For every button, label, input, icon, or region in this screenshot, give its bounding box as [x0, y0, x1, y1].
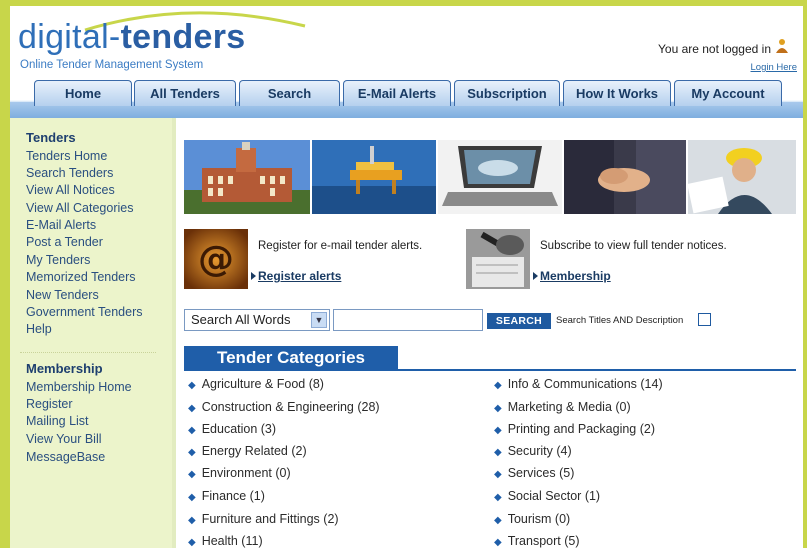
membership-link[interactable]: Membership — [540, 269, 611, 283]
bullet-icon: ◆ — [188, 403, 196, 414]
dropdown-chevron-icon[interactable]: ▼ — [311, 312, 327, 328]
sidebar-separator — [172, 118, 176, 548]
bullet-icon: ◆ — [494, 469, 502, 480]
bullet-icon: ◆ — [188, 447, 196, 458]
category-item[interactable]: ◆ Printing and Packaging (2) — [494, 422, 655, 436]
bullet-icon: ◆ — [494, 492, 502, 503]
sidebar-item-help[interactable]: Help — [26, 322, 52, 337]
sidebar-item-membership-home[interactable]: Membership Home — [26, 380, 132, 395]
sidebar-item-memorized-tenders[interactable]: Memorized Tenders — [26, 270, 136, 285]
category-item[interactable]: ◆ Info & Communications (14) — [494, 377, 663, 391]
email-at-icon: @ — [184, 229, 248, 289]
banner-photo-handshake — [564, 140, 686, 214]
tab-search[interactable]: Search — [239, 80, 340, 106]
bullet-icon: ◆ — [188, 425, 196, 436]
sidebar-item-tenders-home[interactable]: Tenders Home — [26, 149, 107, 164]
search-mode-select[interactable]: Search All Words ▼ — [184, 309, 330, 331]
sidebar-item-search-tenders[interactable]: Search Tenders — [26, 166, 113, 181]
tab-how-it-works[interactable]: How It Works — [563, 80, 671, 106]
category-item[interactable]: ◆ Finance (1) — [188, 489, 265, 503]
bullet-icon: ◆ — [494, 380, 502, 391]
logo-part1: digital- — [18, 18, 121, 56]
category-item[interactable]: ◆ Energy Related (2) — [188, 444, 307, 458]
sidebar-item-view-all-categories[interactable]: View All Categories — [26, 201, 133, 216]
svg-text:@: @ — [198, 239, 234, 280]
site-logo[interactable]: digital-tenders — [18, 18, 245, 57]
sidebar-item-post-a-tender[interactable]: Post a Tender — [26, 235, 103, 250]
tab-all-tenders[interactable]: All Tenders — [134, 80, 236, 106]
promo-alerts-text: Register for e-mail tender alerts. — [258, 240, 423, 252]
tab-subscription[interactable]: Subscription — [454, 80, 560, 106]
promo-subscribe-text: Subscribe to view full tender notices. — [540, 240, 727, 252]
bullet-icon: ◆ — [188, 492, 196, 503]
bullet-icon: ◆ — [494, 425, 502, 436]
sidebar-item-email-alerts[interactable]: E-Mail Alerts — [26, 218, 96, 233]
sidebar-item-my-tenders[interactable]: My Tenders — [26, 253, 90, 268]
bullet-icon: ◆ — [188, 469, 196, 480]
sidebar-heading-tenders: Tenders — [26, 130, 76, 145]
logo-part2: tenders — [120, 18, 246, 56]
category-item[interactable]: ◆ Construction & Engineering (28) — [188, 400, 380, 414]
sidebar-item-messagebase[interactable]: MessageBase — [26, 450, 105, 465]
tab-home[interactable]: Home — [34, 80, 132, 106]
search-button[interactable]: SEARCH — [487, 313, 551, 329]
logo-subtitle: Online Tender Management System — [20, 59, 204, 71]
sidebar-item-new-tenders[interactable]: New Tenders — [26, 288, 99, 303]
sidebar-divider — [20, 352, 156, 353]
categories-rule — [184, 369, 796, 371]
category-item[interactable]: ◆ Health (11) — [188, 534, 263, 548]
search-description-label: Search Titles AND Description — [556, 315, 684, 326]
bullet-icon: ◆ — [494, 515, 502, 526]
category-item[interactable]: ◆ Furniture and Fittings (2) — [188, 512, 339, 526]
register-alerts-link[interactable]: Register alerts — [258, 269, 341, 283]
bullet-icon: ◆ — [188, 380, 196, 391]
sidebar-item-government-tenders[interactable]: Government Tenders — [26, 305, 143, 320]
sidebar-item-view-all-notices[interactable]: View All Notices — [26, 183, 115, 198]
sidebar-item-register[interactable]: Register — [26, 397, 73, 412]
category-item[interactable]: ◆ Services (5) — [494, 466, 574, 480]
frame-left — [0, 0, 10, 548]
category-item[interactable]: ◆ Tourism (0) — [494, 512, 570, 526]
banner-photo-building — [184, 140, 310, 214]
frame-right — [803, 0, 807, 548]
search-input[interactable] — [333, 309, 483, 331]
login-link[interactable]: Login Here — [751, 62, 797, 73]
category-item[interactable]: ◆ Marketing & Media (0) — [494, 400, 631, 414]
banner-photo-oil-rig — [312, 140, 436, 214]
bullet-icon: ◆ — [494, 447, 502, 458]
sidebar-item-view-your-bill[interactable]: View Your Bill — [26, 432, 102, 447]
category-item[interactable]: ◆ Education (3) — [188, 422, 276, 436]
arrow-right-icon — [251, 272, 256, 280]
category-item[interactable]: ◆ Transport (5) — [494, 534, 579, 548]
login-status: You are not logged in — [658, 42, 771, 56]
bullet-icon: ◆ — [494, 537, 502, 548]
bullet-icon: ◆ — [188, 515, 196, 526]
pen-contract-icon — [466, 229, 530, 289]
banner-photo-engineer — [688, 140, 796, 214]
category-item[interactable]: ◆ Security (4) — [494, 444, 572, 458]
tab-email-alerts[interactable]: E-Mail Alerts — [343, 80, 451, 106]
bullet-icon: ◆ — [188, 537, 196, 548]
bullet-icon: ◆ — [494, 403, 502, 414]
category-item[interactable]: ◆ Agriculture & Food (8) — [188, 377, 324, 391]
categories-heading: Tender Categories — [184, 346, 398, 370]
sidebar-item-mailing-list[interactable]: Mailing List — [26, 414, 89, 429]
user-icon — [776, 39, 788, 53]
sidebar-heading-membership: Membership — [26, 361, 103, 376]
search-mode-value: Search All Words — [191, 312, 291, 327]
banner-photo-laptop — [438, 140, 562, 214]
arrow-right-icon — [533, 272, 538, 280]
search-description-checkbox[interactable] — [698, 313, 711, 326]
tab-my-account[interactable]: My Account — [674, 80, 782, 106]
category-item[interactable]: ◆ Environment (0) — [188, 466, 291, 480]
category-item[interactable]: ◆ Social Sector (1) — [494, 489, 600, 503]
